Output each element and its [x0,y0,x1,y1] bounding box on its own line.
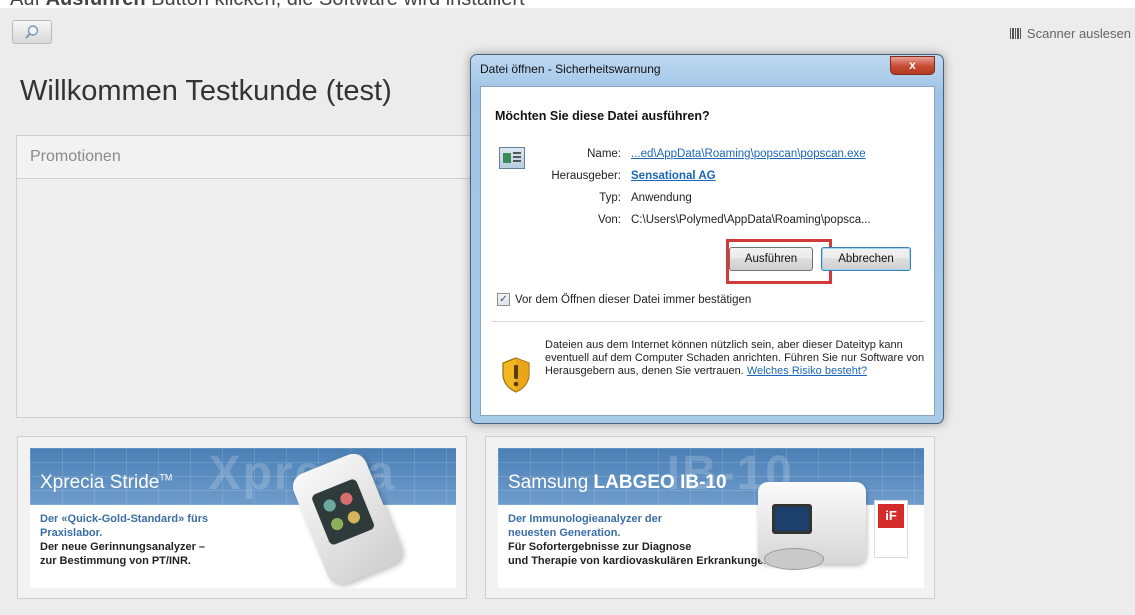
banner-title: Xprecia StrideTM [40,472,173,493]
shield-warning-icon [501,357,533,393]
file-name-link[interactable]: ...ed\AppData\Roaming\popscan\popscan.ex… [631,148,866,160]
search-button[interactable] [12,20,52,44]
caption-bold: Ausführen [46,0,146,8]
dialog-body: Möchten Sie diese Datei ausführen? Name:… [480,86,935,416]
info-row-from: Von: C:\Users\Polymed\AppData\Roaming\po… [597,214,871,226]
banner-line: Praxislabor. [40,527,103,539]
caption-prefix: Auf [10,0,46,8]
banner-line: zur Bestimmung von PT/INR. [40,555,191,567]
close-button[interactable]: x [890,56,935,75]
dialog-question: Möchten Sie diese Datei ausführen? [495,109,710,123]
warning-text: Dateien aus dem Internet können nützlich… [545,339,925,377]
file-source: C:\Users\Polymed\AppData\Roaming\popsca.… [631,214,871,226]
cancel-button[interactable]: Abbrechen [821,247,911,271]
risk-link[interactable]: Welches Risiko besteht? [747,365,867,377]
banner-line: neuesten Generation. [508,527,621,539]
if-award-badge: iF [874,500,908,558]
scanner-button[interactable]: Scanner auslesen [1009,26,1131,41]
confirm-checkbox[interactable]: ✓ [497,293,510,306]
file-info: Name: ...ed\AppData\Roaming\popscan\pops… [535,143,871,231]
banner-frame-xprecia: Xprecia Xprecia StrideTM Der «Quick-Gold… [17,436,467,599]
security-warning-dialog: Datei öffnen - Sicherheitswarnung x Möch… [470,54,944,424]
file-type: Anwendung [631,192,692,204]
info-row-publisher: Herausgeber: Sensational AG [551,170,716,182]
barcode-icon [1009,28,1021,39]
program-icon [499,147,525,169]
confirm-checkbox-row[interactable]: ✓ Vor dem Öffnen dieser Datei immer best… [497,293,751,306]
banner-title: Samsung LABGEO IB-10 [508,472,727,493]
search-icon [25,25,39,39]
banner-xprecia[interactable]: Xprecia Xprecia StrideTM Der «Quick-Gold… [30,448,456,588]
banner-line: Der «Quick-Gold-Standard» fürs [40,513,209,525]
banner-line: und Therapie von kardiovaskulären Erkran… [508,555,774,567]
caption-suffix: Button klicken, die Software wird instal… [146,0,525,8]
info-row-name: Name: ...ed\AppData\Roaming\popscan\pops… [587,148,866,160]
page-title: Willkommen Testkunde (test) [20,75,392,107]
scanner-label: Scanner auslesen [1026,26,1131,41]
banner-line: Der Immunologieanalyzer der [508,513,663,525]
checkbox-label: Vor dem Öffnen dieser Datei immer bestät… [515,293,752,306]
banner-line: Der neue Gerinnungsanalyzer – [40,541,206,553]
banner-labgeo[interactable]: IB-10 Samsung LABGEO IB-10 Der Immunolog… [498,448,924,588]
banner-line: Für Sofortergebnisse zur Diagnose [508,541,692,553]
publisher-link[interactable]: Sensational AG [631,170,716,182]
banner-frame-labgeo: IB-10 Samsung LABGEO IB-10 Der Immunolog… [485,436,935,599]
analyzer-image [758,468,868,570]
run-button[interactable]: Ausführen [729,247,813,271]
divider [491,321,925,322]
dialog-title: Datei öffnen - Sicherheitswarnung [480,62,661,76]
instruction-caption: Auf Ausführen Button klicken, die Softwa… [0,0,1135,8]
info-row-type: Typ: Anwendung [599,192,692,204]
